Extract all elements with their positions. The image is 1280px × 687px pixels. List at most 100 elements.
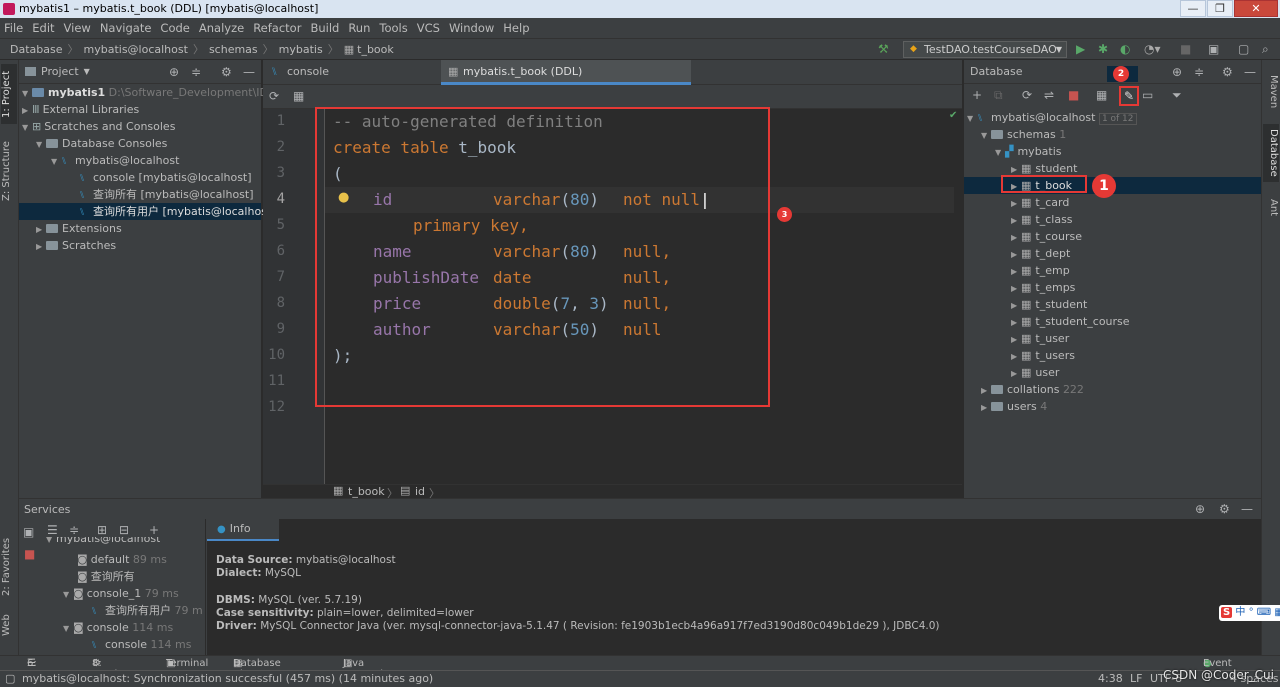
gear-icon[interactable]: ⊕ <box>1195 502 1205 516</box>
ime-indicator[interactable]: S 中 ° ⌨ ▦ <box>1219 605 1280 621</box>
menu-analyze[interactable]: Analyze <box>199 21 244 35</box>
add-icon[interactable]: + <box>972 88 982 102</box>
menu-navigate[interactable]: Navigate <box>100 21 152 35</box>
db-table-user[interactable]: ▶ ▦ user <box>1011 364 1059 381</box>
footer-table[interactable]: t_book <box>348 485 385 498</box>
coverage-icon[interactable]: ◐ <box>1120 42 1130 56</box>
tab-database[interactable]: Database <box>1263 124 1279 182</box>
breadcrumb-schema[interactable]: mybatis <box>279 43 323 56</box>
db-table-t-class[interactable]: ▶ ▦ t_class <box>1011 211 1073 228</box>
close-button[interactable]: ✕ <box>1234 0 1278 17</box>
line-separator[interactable]: LF <box>1130 671 1142 687</box>
menu-view[interactable]: View <box>64 21 91 35</box>
menu-help[interactable]: Help <box>503 21 529 35</box>
minimize-button[interactable]: — <box>1180 0 1206 17</box>
tab-ant[interactable]: Ant <box>1263 192 1279 224</box>
footer-column[interactable]: id <box>415 485 425 498</box>
status-message[interactable]: mybatis@localhost: Synchronization succe… <box>22 671 433 687</box>
db-tree-datasource[interactable]: ▼ ⑊ mybatis@localhost 1 of 12 <box>967 109 1137 126</box>
tab-console[interactable]: ⑊ console [mybatis@localhost] ✕ <box>265 60 437 102</box>
db-tree-schemas[interactable]: ▼ schemas 1 <box>981 126 1066 143</box>
menu-edit[interactable]: Edit <box>32 21 54 35</box>
menu-build[interactable]: Build <box>310 21 339 35</box>
debug-icon[interactable]: ✱ <box>1098 42 1108 56</box>
project-structure-icon[interactable]: ▣ <box>1208 42 1219 56</box>
edit-ddl-icon[interactable]: ✎ <box>1119 86 1139 106</box>
tree-item-scratches-consoles[interactable]: ▼ ⊞ Scratches and Consoles <box>22 118 175 135</box>
tab-maven[interactable]: Maven <box>1263 70 1279 114</box>
service-item[interactable]: ◙ 查询所有 <box>77 568 135 585</box>
ddl-icon[interactable]: ▭ <box>1142 88 1153 102</box>
tree-item-external-libraries[interactable]: ▶ Ⅲ External Libraries <box>22 101 139 118</box>
project-view-select[interactable]: Project <box>41 65 79 78</box>
refresh-icon[interactable]: ⟳ <box>269 89 279 103</box>
copy-icon[interactable]: ⧉ <box>994 88 1003 103</box>
tab-ddl[interactable]: ▦ mybatis.t_book (DDL) [mybatis@localhos… <box>441 60 691 102</box>
db-table-t-dept[interactable]: ▶ ▦ t_dept <box>1011 245 1070 262</box>
db-table-t-student[interactable]: ▶ ▦ t_student <box>1011 296 1087 313</box>
tree-item-console[interactable]: ⑊ console [mybatis@localhost] <box>79 169 252 186</box>
hide-icon[interactable]: — <box>1241 502 1253 516</box>
maximize-button[interactable]: ❐ <box>1207 0 1233 17</box>
service-item[interactable]: ▼ mybatis@localhost <box>46 537 160 545</box>
menu-tools[interactable]: Tools <box>379 21 407 35</box>
breadcrumb-database[interactable]: Database <box>10 43 63 56</box>
tree-item-extensions[interactable]: ▶ Extensions <box>36 220 122 237</box>
breadcrumb-datasource[interactable]: mybatis@localhost <box>84 43 188 56</box>
db-tree-users[interactable]: ▶ users 4 <box>981 398 1047 415</box>
tree-item-datasource[interactable]: ▼ ⑊ mybatis@localhost <box>51 152 179 169</box>
tree-item-query-all-users[interactable]: ⑊ 查询所有用户 [mybatis@localhost] <box>19 203 276 220</box>
menu-vcs[interactable]: VCS <box>417 21 440 35</box>
tab-project[interactable]: 1: Project <box>1 64 17 124</box>
tree-item-scratches[interactable]: ▶ Scratches <box>36 237 116 254</box>
service-item[interactable]: ⑊ console 114 ms <box>91 636 192 653</box>
filter-icon[interactable]: ⏷ <box>1172 88 1182 103</box>
db-table-t-course[interactable]: ▶ ▦ t_course <box>1011 228 1082 245</box>
breadcrumb-schemas[interactable]: schemas <box>209 43 258 56</box>
db-table-t-users[interactable]: ▶ ▦ t_users <box>1011 347 1075 364</box>
settings-icon[interactable]: ⚙ <box>1219 502 1230 516</box>
tab-web[interactable]: Web <box>1 610 17 640</box>
collapse-icon[interactable]: ≑ <box>1194 65 1204 79</box>
menu-file[interactable]: File <box>4 21 23 35</box>
db-table-t-user[interactable]: ▶ ▦ t_user <box>1011 330 1069 347</box>
db-table-t-card[interactable]: ▶ ▦ t_card <box>1011 194 1069 211</box>
profile-icon[interactable]: ◔▾ <box>1144 42 1161 56</box>
db-table-t-emp[interactable]: ▶ ▦ t_emp <box>1011 262 1070 279</box>
build-hammer-icon[interactable]: ⚒ <box>878 42 889 56</box>
tab-structure[interactable]: Z: Structure <box>1 138 17 204</box>
grid-icon[interactable]: ▦ <box>293 89 304 103</box>
stop-icon[interactable]: ■ <box>1068 88 1079 102</box>
table-editor-icon[interactable]: ▦ <box>1096 88 1107 102</box>
hide-icon[interactable]: — <box>243 65 255 79</box>
service-item[interactable]: ▼ ◙ console 114 ms <box>63 619 173 636</box>
menu-window[interactable]: Window <box>449 21 494 35</box>
db-tree-schema[interactable]: ▼ ▞ mybatis <box>995 143 1062 160</box>
run-icon[interactable]: ▶ <box>1076 42 1085 56</box>
menu-run[interactable]: Run <box>348 21 370 35</box>
tree-item-database-consoles[interactable]: ▼ Database Consoles <box>36 135 167 152</box>
service-item[interactable]: ▼ ◙ console_1 79 ms <box>63 585 179 602</box>
refresh-icon[interactable]: ⟳ <box>1022 88 1032 102</box>
tree-item-project[interactable]: ▼ mybatis1 D:\Software_Development\IDEA_ <box>22 84 288 101</box>
hide-icon[interactable]: — <box>1244 65 1256 79</box>
status-toggle-icon[interactable]: ▢ <box>5 671 15 687</box>
service-item[interactable]: ⑊ 查询所有用户 79 m <box>91 602 205 619</box>
tab-info[interactable]: ● Info <box>207 519 279 541</box>
db-table-t-emps[interactable]: ▶ ▦ t_emps <box>1011 279 1075 296</box>
stop-icon[interactable]: ■ <box>1180 42 1191 56</box>
service-item[interactable]: ◙ default 89 ms <box>77 551 167 568</box>
layout-icon[interactable]: ▢ <box>1238 42 1249 56</box>
caret-position[interactable]: 4:38 <box>1098 671 1123 687</box>
search-icon[interactable]: ⌕ <box>1262 42 1269 57</box>
gear-icon[interactable]: ⚙ <box>221 65 232 79</box>
run-configuration-select[interactable]: ◆ TestDAO.testCourseDAO ▼ <box>903 41 1067 58</box>
tree-item-query-all[interactable]: ⑊ 查询所有 [mybatis@localhost] <box>79 186 254 203</box>
breadcrumb-table[interactable]: t_book <box>357 43 394 56</box>
menu-refactor[interactable]: Refactor <box>253 21 301 35</box>
locate-icon[interactable]: ⊕ <box>169 65 179 79</box>
tab-favorites[interactable]: 2: Favorites <box>1 534 17 600</box>
menu-code[interactable]: Code <box>160 21 189 35</box>
collapse-icon[interactable]: ≑ <box>191 65 201 79</box>
db-tree-collations[interactable]: ▶ collations 222 <box>981 381 1084 398</box>
